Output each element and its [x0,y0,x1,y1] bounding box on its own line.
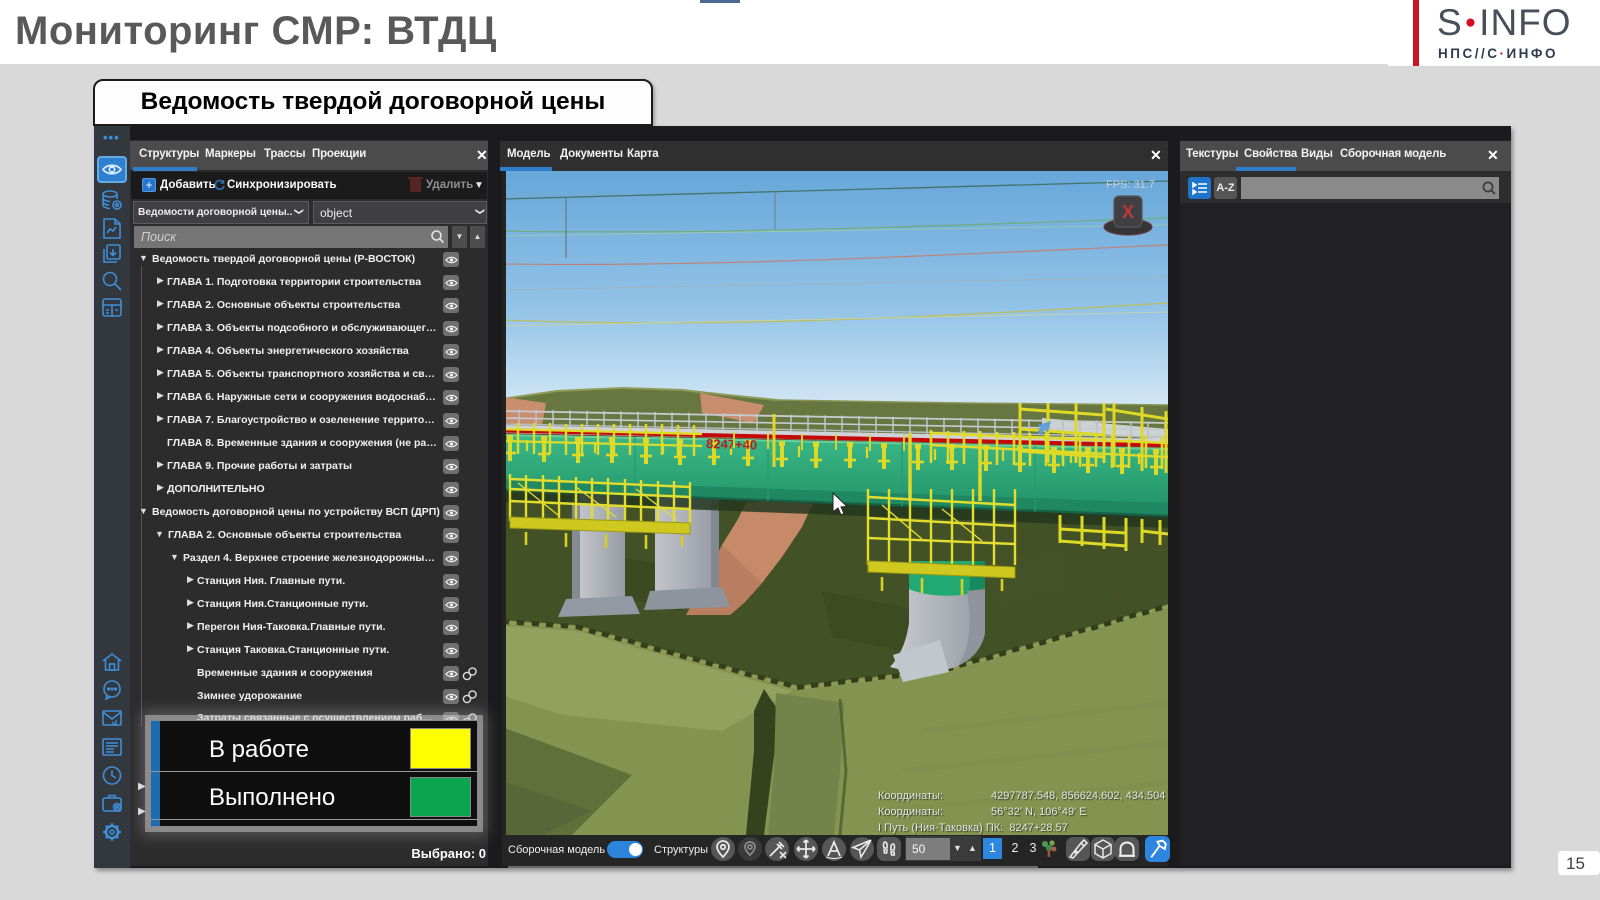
svg-text:8247+40: 8247+40 [706,436,757,452]
svg-text:X: X [1122,202,1134,222]
svg-text:FPS: 31.7: FPS: 31.7 [1106,179,1155,191]
